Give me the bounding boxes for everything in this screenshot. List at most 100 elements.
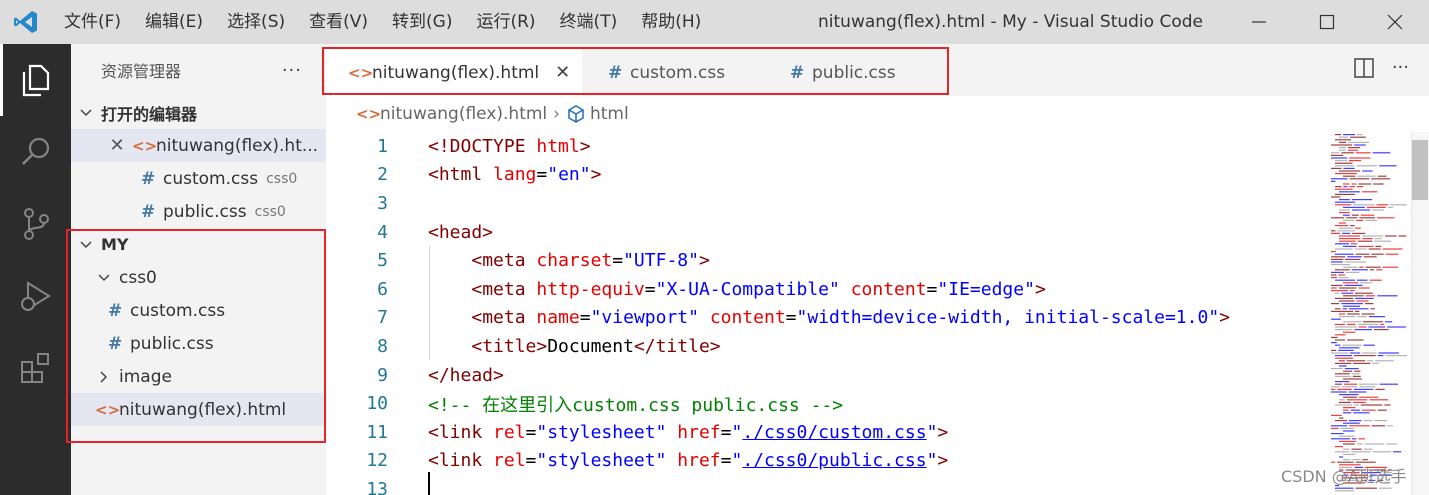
code-line[interactable]: 13 (326, 475, 1311, 495)
minimap-line (1331, 274, 1337, 276)
line-number: 2 (377, 164, 388, 186)
menu-edit[interactable]: 编辑(E) (133, 0, 215, 44)
tab-custom-css[interactable]: # custom.css (582, 49, 766, 96)
file-item-nituwang-html[interactable]: <> nituwang(flex).html (71, 393, 326, 426)
more-actions-icon[interactable]: ··· (1392, 57, 1409, 78)
code-line[interactable]: 5 <meta charset="UTF-8"> (326, 246, 1311, 275)
minimize-button[interactable] (1225, 0, 1293, 44)
code-token: = (579, 307, 591, 329)
html-file-icon: <> (95, 400, 121, 419)
minimap-line (1357, 316, 1367, 318)
minimap-line (1331, 287, 1337, 289)
folder-css0[interactable]: css0 (71, 261, 326, 294)
open-editor-item[interactable]: # custom.css css0 (71, 162, 326, 195)
menu-help[interactable]: 帮助(H) (629, 0, 713, 44)
code-line[interactable]: 7 <meta name="viewport" content="width=d… (326, 304, 1311, 333)
folder-image[interactable]: image (71, 360, 326, 393)
explorer-title: 资源管理器 (101, 62, 182, 81)
code-line[interactable]: 4 <head> (326, 218, 1311, 247)
scrollbar-thumb[interactable] (1412, 140, 1428, 200)
minimap-line (1365, 266, 1381, 268)
code-text: <meta charset="UTF-8"> (388, 250, 709, 271)
open-editor-name: nituwang(flex).ht... (156, 135, 319, 156)
code-line[interactable]: 9 </head> (326, 361, 1311, 390)
minimap-line (1343, 305, 1361, 307)
explorer-activity[interactable] (0, 44, 71, 116)
minimap-line (1331, 425, 1348, 427)
minimap-line (1356, 165, 1378, 167)
minimap[interactable] (1311, 132, 1411, 495)
search-activity[interactable] (0, 116, 71, 188)
code-token: "stylesheet" (536, 450, 667, 472)
code-line[interactable]: 1 <!DOCTYPE html> (326, 132, 1311, 161)
menu-view[interactable]: 查看(V) (297, 0, 380, 44)
more-actions-icon[interactable]: ··· (282, 60, 302, 81)
code-line[interactable]: 11 <link rel="stylesheet" href="./css0/cu… (326, 418, 1311, 447)
workspace-section[interactable]: MY (71, 228, 326, 261)
extensions-activity[interactable] (0, 332, 71, 404)
minimap-line (1354, 404, 1359, 406)
code-token: </head> (428, 364, 504, 386)
code-line[interactable]: 2 <html lang="en"> (326, 161, 1311, 190)
minimap-line (1361, 191, 1378, 193)
code-token: "X-UA-Compatible" (655, 278, 840, 300)
menu-file[interactable]: 文件(F) (52, 0, 133, 44)
minimap-line (1351, 214, 1359, 216)
source-control-activity[interactable] (0, 188, 71, 260)
code-line[interactable]: 10 <!-- 在这里引入custom.css public.css --> (326, 389, 1311, 418)
split-editor-icon[interactable] (1354, 57, 1374, 78)
minimap-line (1360, 214, 1375, 216)
minimap-line (1343, 206, 1365, 208)
minimap-line (1375, 388, 1385, 390)
minimap-line (1376, 269, 1383, 271)
chevron-down-icon (95, 273, 113, 282)
minimap-line (1331, 251, 1336, 253)
minimap-line (1335, 420, 1347, 422)
code-line[interactable]: 12 <link rel="stylesheet" href="./css0/pu… (326, 447, 1311, 476)
open-editors-section[interactable]: 打开的编辑器 (71, 96, 326, 129)
menu-selection[interactable]: 选择(S) (215, 0, 297, 44)
open-editor-name: custom.css (163, 168, 259, 189)
file-item-custom-css[interactable]: # custom.css (71, 294, 326, 327)
minimap-line (1335, 188, 1353, 190)
run-debug-activity[interactable] (0, 260, 71, 332)
close-window-button[interactable] (1361, 0, 1429, 44)
breadcrumb-file[interactable]: nituwang(flex).html (380, 104, 547, 124)
window-title: nituwang(flex).html - My - Visual Studio… (818, 12, 1203, 32)
css-file-icon: # (141, 201, 156, 222)
html-file-icon: <> (132, 136, 158, 155)
close-tab-icon[interactable]: ✕ (555, 62, 570, 83)
menu-go[interactable]: 转到(G) (380, 0, 464, 44)
minimap-line (1331, 144, 1353, 146)
maximize-icon (1319, 14, 1335, 30)
minimap-line (1350, 225, 1355, 227)
minimap-line (1371, 178, 1391, 180)
minimap-line (1335, 308, 1341, 310)
minimap-line (1355, 152, 1371, 154)
open-editor-item[interactable]: ✕ <> nituwang(flex).ht... (71, 129, 326, 162)
menu-terminal[interactable]: 终端(T) (548, 0, 630, 44)
code-line[interactable]: 3 (326, 189, 1311, 218)
line-number: 8 (377, 335, 388, 357)
file-item-public-css[interactable]: # public.css (71, 327, 326, 360)
menu-run[interactable]: 运行(R) (464, 0, 547, 44)
minimap-line (1343, 412, 1352, 414)
close-editor-icon[interactable]: ✕ (102, 135, 132, 156)
minimap-line (1341, 292, 1354, 294)
tab-public-css[interactable]: # public.css (766, 49, 946, 96)
tab-nituwang-html[interactable]: <> nituwang(flex).html ✕ (326, 49, 582, 96)
code-token: </title> (633, 335, 721, 357)
code-editor[interactable]: 1 <!DOCTYPE html> 2 <html lang="en"> 3 4 <head… (326, 132, 1311, 495)
breadcrumb-symbol[interactable]: html (590, 104, 629, 124)
code-line[interactable]: 8 <title>Document</title> (326, 332, 1311, 361)
minimap-line (1335, 162, 1353, 164)
minimap-line (1371, 253, 1384, 255)
code-token: <meta (471, 307, 537, 329)
maximize-button[interactable] (1293, 0, 1361, 44)
minimap-line (1363, 256, 1377, 258)
open-editor-item[interactable]: # public.css css0 (71, 195, 326, 228)
code-line[interactable]: 6 <meta http-equiv="X-UA-Compatible" con… (326, 275, 1311, 304)
editor-actions: ··· (1354, 57, 1409, 78)
chevron-down-icon (77, 240, 95, 249)
